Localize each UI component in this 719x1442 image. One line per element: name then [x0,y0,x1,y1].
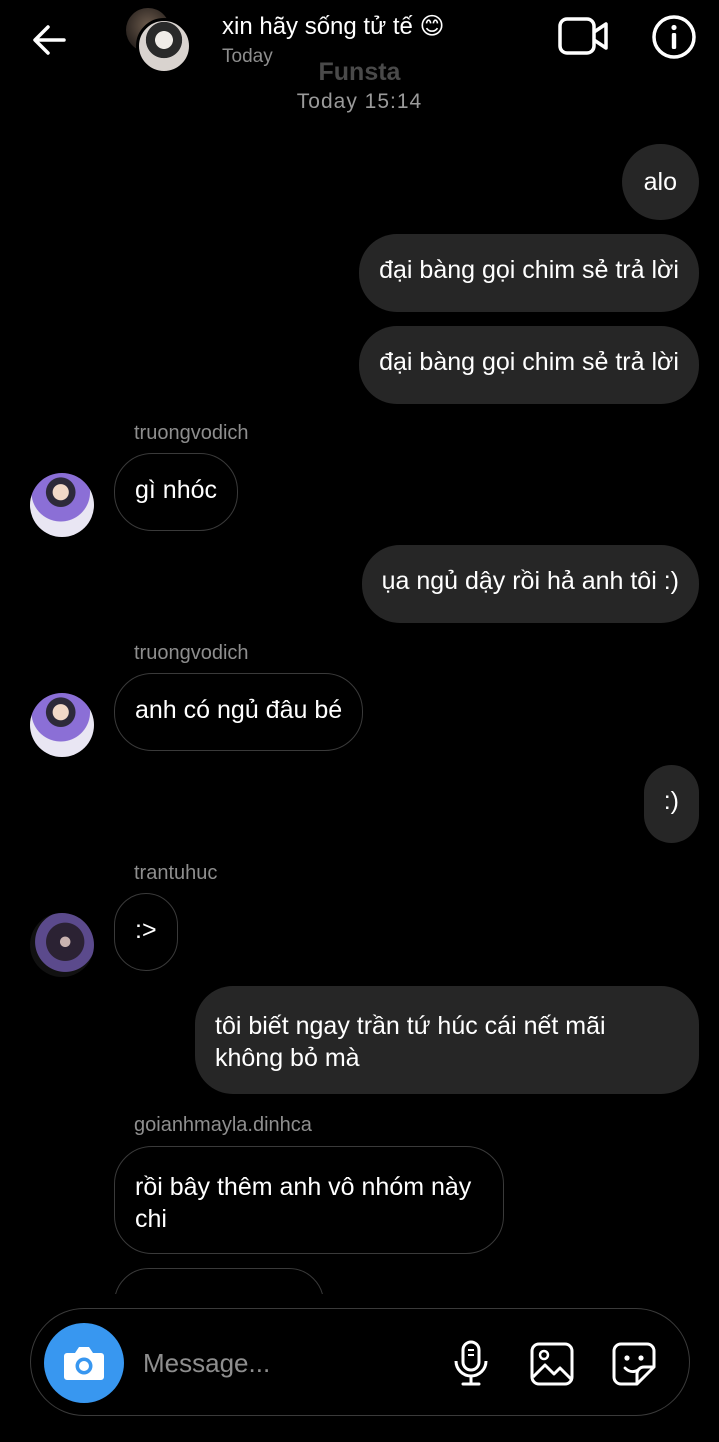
message-bubble-cutoff [114,1268,324,1294]
sender-name: goianhmayla.dinhca [134,1114,312,1136]
microphone-icon [454,1340,488,1386]
arrow-left-icon [33,25,66,55]
message-bubble-outgoing[interactable]: đại bàng gọi chim sẻ trả lời [359,234,699,312]
image-gallery-icon [530,1342,574,1386]
message-bubble-outgoing[interactable]: alo [621,144,699,220]
watermark-text: Funsta [318,58,401,86]
message-bubble-outgoing[interactable]: đại bàng gọi chim sẻ trả lời [359,326,699,404]
message-input[interactable] [143,1339,423,1387]
message-bubble-outgoing[interactable]: ụa ngủ dậy rồi hả anh tôi :) [361,545,699,623]
info-icon [652,15,696,59]
sender-name: truongvodich [134,422,249,444]
message-bubble-incoming[interactable]: gì nhóc [114,453,239,531]
voice-message-button[interactable] [449,1339,493,1387]
video-call-button[interactable] [556,14,612,60]
chat-title[interactable]: xin hãy sống tử tế 😊 [222,12,445,41]
back-button[interactable] [28,18,72,62]
sender-avatar[interactable] [30,473,94,537]
sticker-icon [612,1342,656,1386]
sender-name: truongvodich [134,642,249,664]
message-bubble-outgoing[interactable]: tôi biết ngay trần tứ húc cái nết mãi kh… [195,986,699,1094]
message-bubble-incoming[interactable]: anh có ngủ đâu bé [114,673,364,751]
message-bubble-incoming[interactable]: :> [114,893,178,971]
camera-button[interactable] [44,1323,124,1403]
message-bubble-incoming[interactable]: rồi bây thêm anh vô nhóm này chi [114,1146,504,1254]
message-composer [30,1308,690,1416]
camera-icon [64,1347,104,1380]
sender-avatar[interactable] [30,913,94,977]
video-call-icon [558,17,608,55]
gallery-button[interactable] [529,1341,575,1387]
message-bubble-outgoing[interactable]: :) [643,765,699,843]
sender-name: trantuhuc [134,862,218,884]
sticker-button[interactable] [611,1341,657,1387]
date-separator: Today 15:14 [296,90,423,113]
info-button[interactable] [650,13,698,61]
sender-avatar[interactable] [30,693,94,757]
